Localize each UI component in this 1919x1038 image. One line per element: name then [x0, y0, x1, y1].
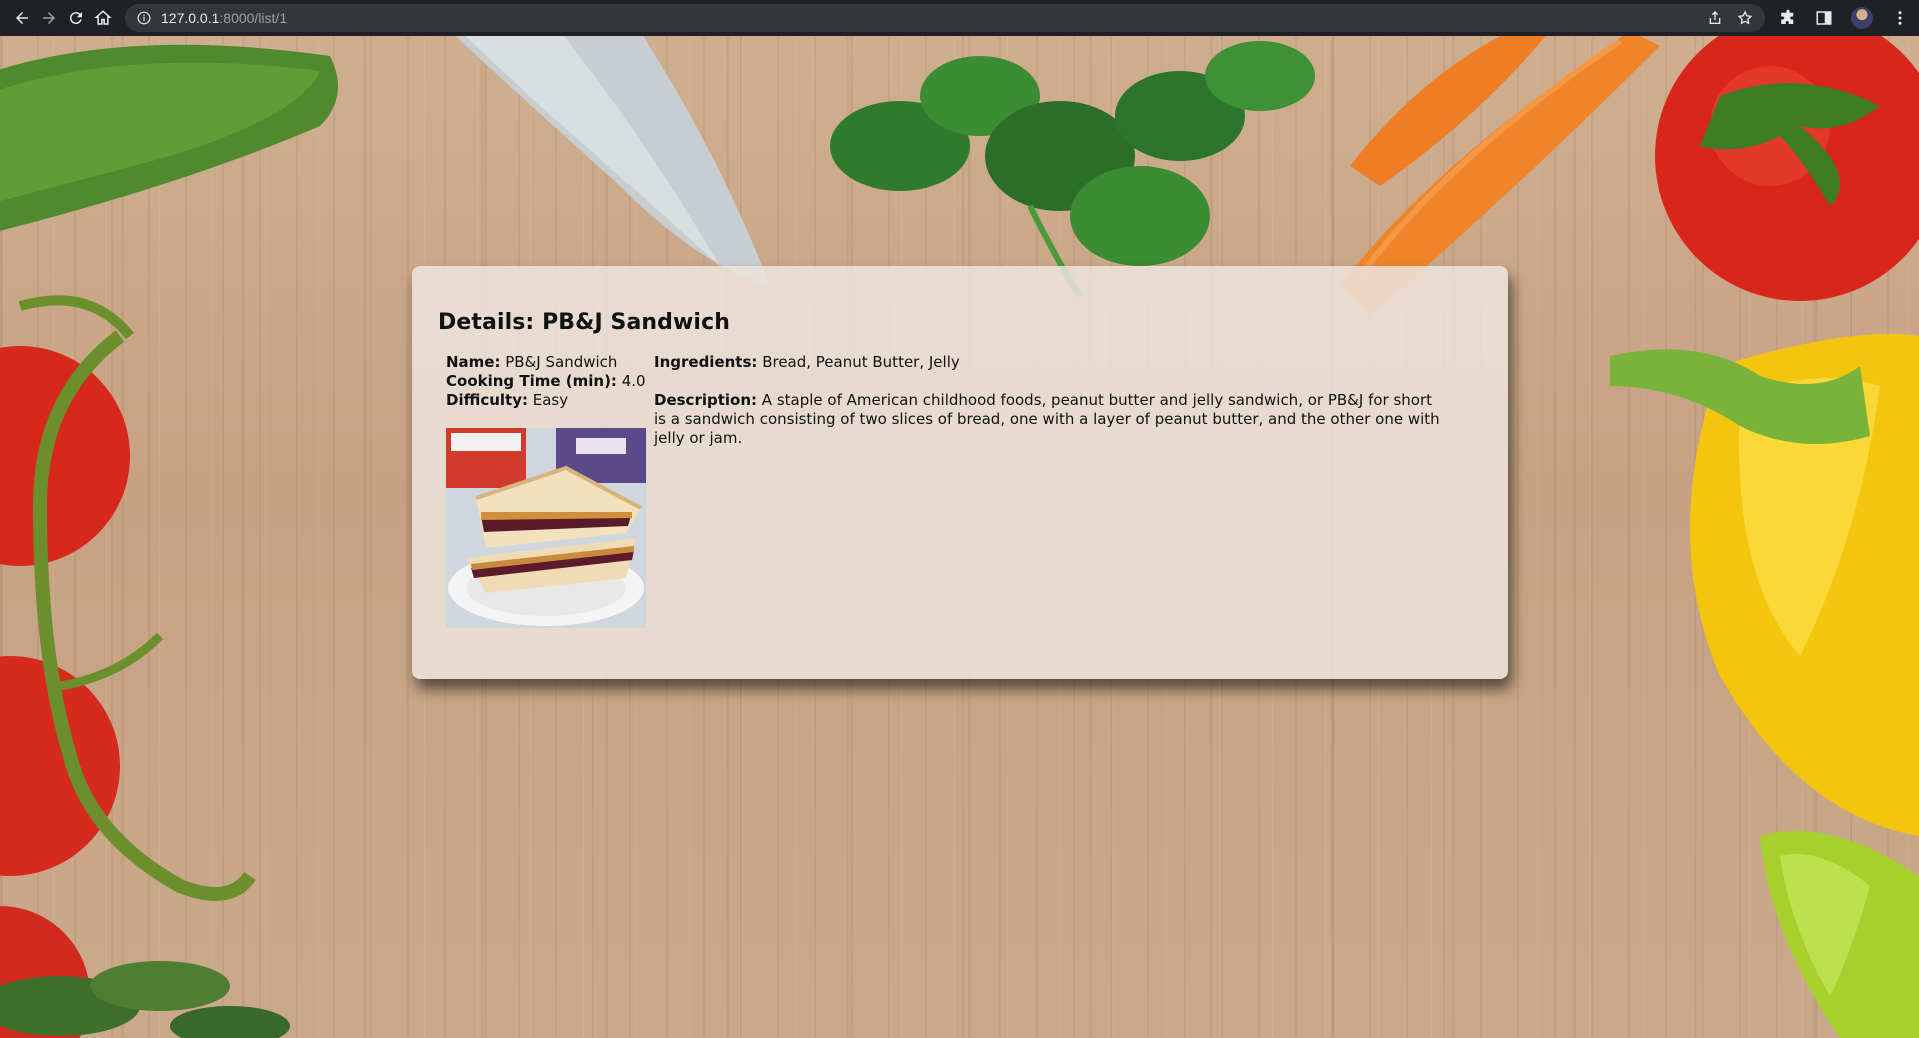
page-background: Details: PB&J Sandwich Name: PB&J Sandwi…	[0, 36, 1919, 1038]
parsley-image	[830, 41, 1315, 298]
ingredients-value: Bread, Peanut Butter, Jelly	[762, 353, 960, 371]
recipe-summary: Name: PB&J Sandwich Cooking Time (min): …	[438, 353, 654, 628]
extensions-puzzle-icon[interactable]	[1779, 9, 1797, 27]
reload-icon	[69, 12, 82, 25]
recipe-details: Ingredients: Bread, Peanut Butter, Jelly…	[654, 353, 1482, 628]
ingredients-label: Ingredients:	[654, 353, 758, 371]
knife-image	[455, 36, 770, 286]
recipe-image	[446, 428, 646, 628]
pbj-sandwich-illustration	[446, 428, 646, 628]
arrow-left-icon	[16, 12, 29, 24]
description-value: A staple of American childhood foods, pe…	[654, 391, 1440, 447]
yellow-pepper-image	[1610, 334, 1919, 836]
more-vert-icon[interactable]	[1891, 9, 1909, 27]
home-button[interactable]	[90, 2, 115, 34]
info-icon[interactable]	[137, 11, 151, 25]
green-pepper-image	[1760, 831, 1919, 1038]
back-button[interactable]	[10, 2, 35, 34]
cooking-time-value: 4.0	[621, 372, 646, 390]
name-label: Name:	[446, 353, 501, 371]
forward-button[interactable]	[37, 2, 62, 34]
url-host: 127.0.0.1	[161, 10, 220, 26]
description-label: Description:	[654, 391, 758, 409]
side-panel-icon[interactable]	[1815, 9, 1833, 27]
cucumber-image	[0, 44, 338, 231]
star-bookmark-icon[interactable]	[1737, 10, 1753, 26]
description-field: Description: A staple of American childh…	[654, 391, 1442, 448]
browser-toolbar: 127.0.0.1:8000/list/1	[0, 0, 1919, 36]
cooking-time-field: Cooking Time (min): 4.0	[446, 372, 654, 391]
recipe-detail-card: Details: PB&J Sandwich Name: PB&J Sandwi…	[412, 266, 1508, 679]
cooking-time-label: Cooking Time (min):	[446, 372, 617, 390]
share-icon[interactable]	[1707, 10, 1723, 26]
address-bar[interactable]: 127.0.0.1:8000/list/1	[125, 4, 1765, 32]
difficulty-field: Difficulty: Easy	[446, 391, 654, 410]
reload-button[interactable]	[64, 2, 89, 34]
page-title: Details: PB&J Sandwich	[438, 310, 730, 335]
difficulty-value: Easy	[532, 391, 569, 409]
arrow-right-icon	[43, 12, 56, 24]
profile-avatar[interactable]	[1851, 7, 1873, 29]
difficulty-label: Difficulty:	[446, 391, 528, 409]
ingredients-field: Ingredients: Bread, Peanut Butter, Jelly	[654, 353, 1442, 372]
recipe-name-field: Name: PB&J Sandwich	[446, 353, 654, 372]
cherry-tomatoes-vine-image	[0, 295, 256, 1038]
name-value: PB&J Sandwich	[505, 353, 618, 371]
home-icon	[93, 10, 112, 25]
tomato-top-right-image	[1655, 36, 1919, 301]
url-path: :8000/list/1	[219, 10, 288, 26]
